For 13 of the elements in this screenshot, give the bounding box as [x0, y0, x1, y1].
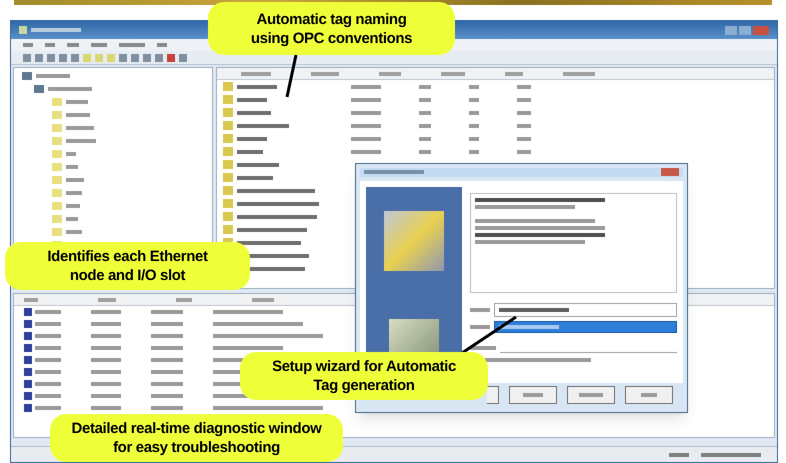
callout-label: Identifies each Ethernet node and I/O slot	[5, 242, 250, 290]
next-button[interactable]	[509, 386, 557, 404]
maximize-button[interactable]	[739, 26, 751, 34]
minimize-button[interactable]	[725, 26, 737, 34]
computer-drawing	[384, 210, 444, 270]
callout-label: Automatic tag naming using OPC conventions	[208, 2, 455, 55]
help-button[interactable]	[625, 386, 673, 404]
callout-label: Detailed real-time diagnostic window for easy troubleshooting	[50, 414, 343, 462]
cancel-button[interactable]	[567, 386, 615, 404]
close-button[interactable]	[661, 168, 679, 176]
callout-label: Setup wizard for Automatic Tag generation	[240, 352, 488, 400]
plc-rack-drawing	[389, 318, 439, 352]
app-icon	[19, 26, 27, 34]
